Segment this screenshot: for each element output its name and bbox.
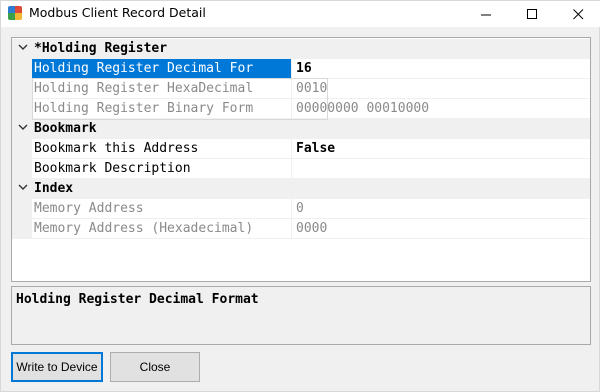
maximize-button[interactable] bbox=[509, 1, 555, 27]
property-name[interactable]: Holding Register Binary Form bbox=[32, 99, 292, 119]
category-holding-register[interactable]: *Holding Register bbox=[12, 39, 590, 59]
property-row[interactable]: Bookmark Description bbox=[12, 159, 590, 179]
property-name[interactable]: Holding Register Decimal For bbox=[32, 59, 292, 79]
close-button[interactable]: Close bbox=[110, 352, 200, 382]
chevron-down-icon[interactable] bbox=[18, 182, 28, 192]
property-row[interactable]: Holding Register HexaDecimal 0010 bbox=[12, 79, 590, 99]
modbus-app-icon bbox=[8, 6, 22, 20]
description-panel: Holding Register Decimal Format bbox=[11, 286, 591, 345]
record-detail-window: Modbus Client Record Detail *Holding Reg… bbox=[0, 0, 600, 392]
property-name[interactable]: Holding Register HexaDecimal bbox=[32, 79, 292, 99]
property-value[interactable] bbox=[293, 159, 590, 179]
property-value[interactable]: 00000000 00010000 bbox=[293, 99, 590, 119]
property-name[interactable]: Memory Address (Hexadecimal) bbox=[32, 219, 292, 239]
window-title: Modbus Client Record Detail bbox=[29, 5, 206, 20]
property-row[interactable]: Holding Register Binary Form 00000000 00… bbox=[12, 99, 590, 119]
maximize-icon bbox=[526, 8, 537, 19]
property-value[interactable]: 0010 bbox=[293, 79, 590, 99]
minimize-icon bbox=[480, 14, 491, 15]
write-to-device-button[interactable]: Write to Device bbox=[11, 352, 103, 382]
property-value[interactable]: 0000 bbox=[293, 219, 590, 239]
category-label: Index bbox=[34, 181, 74, 196]
property-grid: *Holding Register Holding Register Decim… bbox=[11, 37, 591, 282]
category-label: *Holding Register bbox=[34, 41, 168, 56]
category-index[interactable]: Index bbox=[12, 179, 590, 199]
chevron-down-icon[interactable] bbox=[18, 122, 28, 132]
property-name[interactable]: Bookmark Description bbox=[32, 159, 292, 179]
property-value[interactable]: False bbox=[293, 139, 590, 159]
property-row[interactable]: Memory Address 0 bbox=[12, 199, 590, 219]
property-value[interactable]: 0 bbox=[293, 199, 590, 219]
category-bookmark[interactable]: Bookmark bbox=[12, 119, 590, 139]
property-name[interactable]: Bookmark this Address bbox=[32, 139, 292, 159]
property-row[interactable]: Memory Address (Hexadecimal) 0000 bbox=[12, 219, 590, 239]
close-icon bbox=[572, 8, 583, 19]
property-row[interactable]: Bookmark this Address False bbox=[12, 139, 590, 159]
chevron-down-icon[interactable] bbox=[18, 42, 28, 52]
description-title: Holding Register Decimal Format bbox=[16, 292, 259, 307]
minimize-button[interactable] bbox=[463, 1, 509, 27]
property-name[interactable]: Memory Address bbox=[32, 199, 292, 219]
category-label: Bookmark bbox=[34, 121, 97, 136]
close-window-button[interactable] bbox=[555, 1, 600, 27]
title-bar[interactable]: Modbus Client Record Detail bbox=[1, 1, 600, 27]
property-value[interactable]: 16 bbox=[293, 59, 590, 79]
property-row[interactable]: Holding Register Decimal For 16 bbox=[12, 59, 590, 79]
